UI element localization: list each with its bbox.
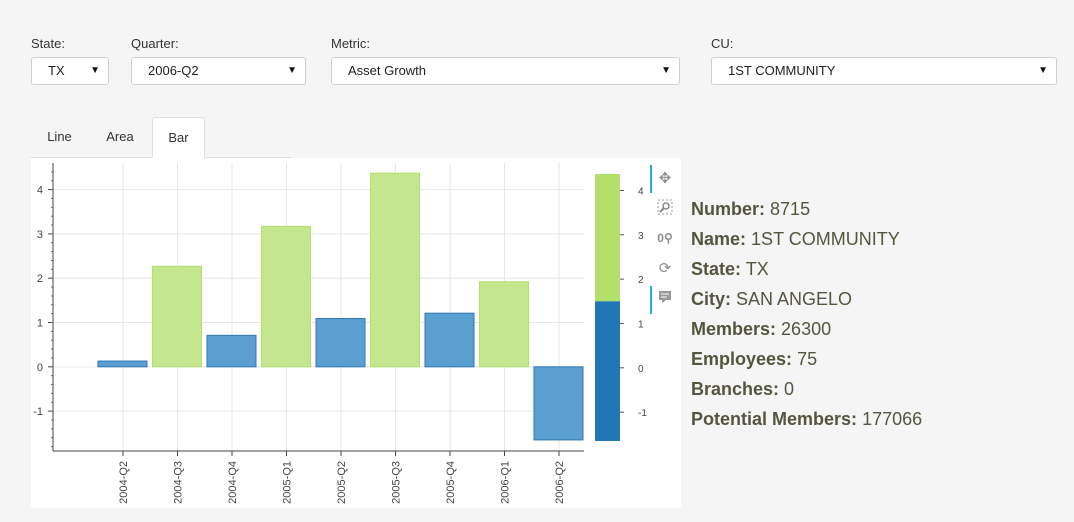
- y-tick-label: 1: [37, 318, 43, 330]
- x-tick-label: 2005-Q3: [391, 461, 403, 504]
- state-label: State:: [31, 36, 65, 51]
- chart-bar-2005-Q2: [315, 318, 366, 368]
- colorbar-tick-label: 2: [638, 275, 644, 286]
- chart-bar-2004-Q2: [97, 360, 148, 368]
- x-tick-label: 2005-Q4: [445, 461, 457, 504]
- pan-icon[interactable]: ✥: [656, 170, 674, 188]
- y-tick-label: 2: [37, 273, 43, 285]
- hover-icon[interactable]: [656, 290, 674, 308]
- info-value: TX: [745, 259, 769, 279]
- info-key: Potential Members:: [691, 409, 858, 429]
- colorbar-tick-label: 4: [638, 186, 644, 197]
- quarter-label: Quarter:: [131, 36, 179, 51]
- chart-bar-2005-Q4: [424, 312, 475, 368]
- info-potential-members: Potential Members: 177066: [691, 407, 922, 437]
- cu-select-value: 1ST COMMUNITY: [728, 63, 836, 78]
- active-tool-indicator-2: [650, 286, 652, 314]
- tab-area-label: Area: [106, 129, 134, 144]
- colorbar-tick-label: -1: [638, 408, 647, 419]
- cu-select[interactable]: 1ST COMMUNITY ▼: [711, 57, 1057, 85]
- y-tick-label: 4: [37, 185, 43, 197]
- chevron-down-icon: ▼: [90, 65, 100, 76]
- metric-filter: Metric: Asset Growth ▼: [331, 36, 680, 85]
- info-key: Number:: [691, 199, 766, 219]
- colorbar-tick-label: 3: [638, 231, 644, 242]
- info-branches: Branches: 0: [691, 377, 922, 407]
- info-value: 177066: [862, 409, 923, 429]
- x-tick-label: 2006-Q1: [500, 461, 512, 504]
- colorbar-high: [595, 174, 620, 302]
- info-value: 26300: [781, 319, 832, 339]
- state-select[interactable]: TX ▼: [31, 57, 109, 85]
- tab-bar[interactable]: Bar: [152, 117, 205, 158]
- chart-bar-2004-Q3: [152, 265, 202, 368]
- info-value: 1ST COMMUNITY: [751, 229, 900, 249]
- info-value: 8715: [770, 199, 811, 219]
- info-key: Branches:: [691, 379, 780, 399]
- chart-bar-2006-Q2: [533, 366, 584, 441]
- quarter-select-value: 2006-Q2: [148, 63, 199, 78]
- info-key: Employees:: [691, 349, 793, 369]
- tab-bar-label: Bar: [168, 130, 189, 145]
- info-number: Number: 8715: [691, 197, 922, 227]
- bar-chart[interactable]: -1 0 1 2 3 4 2004-Q2 2004-Q3 2004-Q4 2005-Q1 2005-…: [31, 158, 681, 508]
- info-key: Name:: [691, 229, 747, 249]
- y-tick-label: 3: [37, 229, 43, 241]
- cu-info-panel: Number: 8715 Name: 1ST COMMUNITY State: …: [691, 197, 922, 437]
- info-key: City:: [691, 289, 731, 309]
- tab-line-label: Line: [47, 129, 72, 144]
- colorbar-low: [595, 301, 620, 441]
- x-tick-label: 2005-Q1: [282, 461, 294, 504]
- metric-select-value: Asset Growth: [348, 63, 427, 78]
- chart-panel: -1 0 1 2 3 4 2004-Q2 2004-Q3 2004-Q4 2005-Q1 2005-…: [31, 158, 681, 508]
- chevron-down-icon: ▼: [1038, 65, 1048, 76]
- info-state: State: TX: [691, 257, 922, 287]
- info-value: 0: [784, 379, 795, 399]
- chart-bar-2005-Q1: [261, 225, 311, 368]
- chart-bar-2005-Q3: [370, 172, 420, 368]
- metric-select[interactable]: Asset Growth ▼: [331, 57, 680, 85]
- chevron-down-icon: ▼: [661, 65, 671, 76]
- info-key: Members:: [691, 319, 777, 339]
- x-tick-label: 2006-Q2: [554, 461, 566, 504]
- chart-tabs: Line Area Bar: [31, 117, 291, 158]
- tab-area[interactable]: Area: [88, 117, 152, 157]
- chart-bar-2006-Q1: [479, 281, 529, 368]
- info-name: Name: 1ST COMMUNITY: [691, 227, 922, 257]
- x-tick-label: 2004-Q4: [227, 461, 239, 504]
- x-tick-label: 2005-Q2: [336, 461, 348, 504]
- info-employees: Employees: 75: [691, 347, 922, 377]
- x-tick-label: 2004-Q3: [173, 461, 185, 504]
- cu-filter: CU: 1ST COMMUNITY ▼: [711, 36, 1057, 85]
- y-tick-label: -1: [33, 406, 43, 418]
- state-select-value: TX: [48, 63, 65, 78]
- x-tick-label: 2004-Q2: [118, 461, 130, 504]
- wheel-zoom-icon[interactable]: 0⚲: [656, 229, 674, 247]
- info-members: Members: 26300: [691, 317, 922, 347]
- info-key: State:: [691, 259, 742, 279]
- quarter-filter: Quarter: 2006-Q2 ▼: [131, 36, 306, 85]
- colorbar-tick-label: 1: [638, 319, 644, 330]
- chevron-down-icon: ▼: [287, 65, 297, 76]
- chart-bar-2004-Q4: [206, 334, 257, 368]
- info-city: City: SAN ANGELO: [691, 287, 922, 317]
- metric-label: Metric:: [331, 36, 370, 51]
- cu-label: CU:: [711, 36, 734, 51]
- quarter-select[interactable]: 2006-Q2 ▼: [131, 57, 306, 85]
- y-tick-label: 0: [37, 362, 43, 374]
- box-zoom-icon[interactable]: [656, 199, 674, 217]
- tab-line[interactable]: Line: [31, 117, 88, 157]
- info-value: 75: [797, 349, 818, 369]
- colorbar-tick-label: 0: [638, 364, 644, 375]
- state-filter: State: TX ▼: [31, 36, 109, 85]
- reset-icon[interactable]: ⟳: [656, 260, 674, 278]
- active-tool-indicator: [650, 165, 652, 193]
- info-value: SAN ANGELO: [736, 289, 853, 309]
